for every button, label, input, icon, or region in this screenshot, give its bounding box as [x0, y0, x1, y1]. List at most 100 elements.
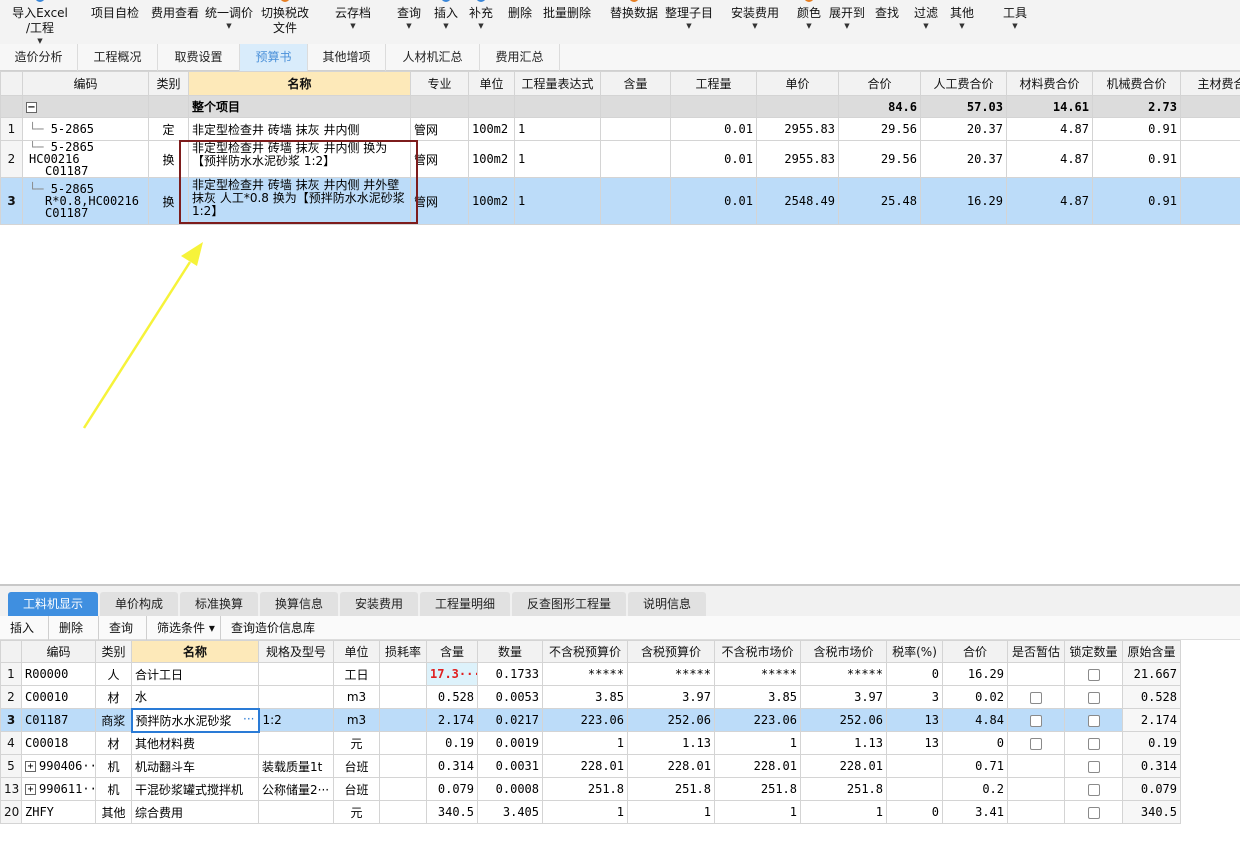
detail-tab-3[interactable]: 换算信息	[260, 592, 338, 616]
res-header-type[interactable]: 类别	[95, 640, 132, 663]
labor-cell[interactable]: 16.29	[920, 177, 1007, 225]
tab-0[interactable]: 造价分析	[0, 44, 78, 71]
qty-cell[interactable]: 0.0019	[477, 731, 543, 755]
lock-cell[interactable]	[1064, 731, 1123, 755]
toolbar-button-18[interactable]: 其他 ▼	[948, 0, 976, 44]
toolbar-button-2[interactable]: 费用查看	[148, 0, 202, 44]
unit-cell[interactable]: 元	[333, 800, 380, 824]
p3-cell[interactable]: 251.8	[714, 777, 801, 801]
dropdown-arrow-icon[interactable]: ▼	[466, 21, 496, 31]
qty-cell[interactable]: 0.0031	[477, 754, 543, 778]
detail-tab-0[interactable]: 工料机显示	[8, 592, 98, 616]
estimate-cell[interactable]	[1007, 708, 1065, 732]
total-cell[interactable]: 0	[942, 731, 1008, 755]
qty-cell[interactable]: 0.0217	[477, 708, 543, 732]
type-cell[interactable]: 其他	[95, 800, 132, 824]
expr-cell[interactable]: 1	[514, 140, 601, 178]
total-cell[interactable]: 4.84	[942, 708, 1008, 732]
dropdown-arrow-icon[interactable]: ▼	[912, 21, 940, 31]
header-material[interactable]: 材料费合价	[1006, 71, 1093, 96]
detail-tab-4[interactable]: 安装费用	[340, 592, 418, 616]
header-labor[interactable]: 人工费合价	[920, 71, 1007, 96]
loss-cell[interactable]	[379, 685, 427, 709]
dropdown-arrow-icon[interactable]: ▼	[948, 21, 976, 31]
code-cell[interactable]: └─ 5-2865 R*0.8,HC00216 C01187	[22, 177, 149, 225]
dropdown-arrow-icon[interactable]: ▼	[728, 21, 782, 31]
unit-cell[interactable]: 台班	[333, 754, 380, 778]
res-header-total[interactable]: 合价	[942, 640, 1008, 663]
tax-cell[interactable]: 3	[886, 685, 943, 709]
res-header-p1[interactable]: 不含税预算价	[542, 640, 628, 663]
loss-cell[interactable]	[379, 754, 427, 778]
p2-cell[interactable]: 3.97	[627, 685, 715, 709]
res-header-unit[interactable]: 单位	[333, 640, 380, 663]
detail-tab-1[interactable]: 单价构成	[100, 592, 178, 616]
unit-cell[interactable]: 100m2	[468, 140, 515, 178]
main-cell[interactable]	[1180, 177, 1240, 225]
price-cell[interactable]: 2548.49	[756, 177, 839, 225]
res-header-p3[interactable]: 不含税市场价	[714, 640, 801, 663]
resource-row[interactable]: 5+990406···机机动翻斗车装载质量1t台班0.3140.0031228.…	[0, 754, 1181, 778]
lock-cell[interactable]	[1064, 708, 1123, 732]
lock-cell[interactable]	[1064, 777, 1123, 801]
code-cell[interactable]: C01187	[21, 708, 96, 732]
loss-cell[interactable]	[379, 800, 427, 824]
lock-quantity-checkbox[interactable]	[1087, 737, 1100, 750]
type-cell[interactable]: 机	[95, 777, 132, 801]
res-header-lock[interactable]: 锁定数量	[1064, 640, 1123, 663]
detail-tool-4[interactable]: 查询造价信息库	[220, 616, 315, 640]
expand-icon[interactable]: +	[25, 761, 36, 772]
toolbar-button-12[interactable]: 整理子目 ▼	[662, 0, 716, 44]
dropdown-arrow-icon[interactable]: ▼	[1000, 21, 1030, 31]
expr-cell[interactable]: 1	[514, 177, 601, 225]
project-summary-row[interactable]: − 整个项目 84.6 57.03 14.61 2.73	[0, 95, 1240, 118]
tax-cell[interactable]: 0	[886, 800, 943, 824]
tax-cell[interactable]	[886, 754, 943, 778]
loss-cell[interactable]	[379, 708, 427, 732]
name-cell[interactable]: 机动翻斗车	[131, 754, 259, 778]
type-cell[interactable]: 换	[148, 177, 189, 225]
lock-quantity-checkbox[interactable]	[1087, 691, 1100, 704]
type-cell[interactable]: 定	[148, 117, 189, 141]
budget-row[interactable]: 2 └─ 5-2865 HC00216 C01187 换非定型检查井 砖墙 抹灰 井内…	[0, 140, 1240, 178]
p1-cell[interactable]: 1	[542, 731, 628, 755]
machine-cell[interactable]: 0.91	[1092, 117, 1181, 141]
resource-row[interactable]: 13+990611···机干混砂浆罐式搅拌机公称储量2···台班0.0790.0…	[0, 777, 1181, 801]
lock-quantity-checkbox[interactable]	[1087, 668, 1100, 681]
dropdown-arrow-icon[interactable]: ▼	[795, 21, 823, 31]
p2-cell[interactable]: 251.8	[627, 777, 715, 801]
content-cell[interactable]: 0.528	[426, 685, 478, 709]
res-header-content[interactable]: 含量	[426, 640, 478, 663]
tab-5[interactable]: 人材机汇总	[386, 44, 480, 71]
major-cell[interactable]: 管网	[410, 177, 469, 225]
name-cell[interactable]: 干混砂浆罐式搅拌机	[131, 777, 259, 801]
orig-content-cell[interactable]: 0.528	[1122, 685, 1181, 709]
tax-cell[interactable]: 0	[886, 662, 943, 686]
header-machine[interactable]: 机械费合价	[1092, 71, 1181, 96]
unit-cell[interactable]: 台班	[333, 777, 380, 801]
p1-cell[interactable]: 223.06	[542, 708, 628, 732]
lock-quantity-checkbox[interactable]	[1087, 783, 1100, 796]
unit-cell[interactable]: 100m2	[468, 117, 515, 141]
resource-row[interactable]: 3 C01187 商浆 预拌防水水泥砂浆 ··· 1:2 m3 2.174 0.0217 223.…	[0, 707, 1181, 733]
estimate-cell[interactable]	[1007, 754, 1065, 778]
content-cell[interactable]: 0.314	[426, 754, 478, 778]
major-cell[interactable]: 管网	[410, 117, 469, 141]
lock-quantity-checkbox[interactable]	[1087, 760, 1100, 773]
p3-cell[interactable]: 228.01	[714, 754, 801, 778]
p3-cell[interactable]: 1	[714, 800, 801, 824]
header-total[interactable]: 合价	[838, 71, 921, 96]
res-header-spec[interactable]: 规格及型号	[258, 640, 334, 663]
total-cell[interactable]: 3.41	[942, 800, 1008, 824]
tab-2[interactable]: 取费设置	[158, 44, 240, 71]
detail-tool-2[interactable]: 查询	[98, 616, 133, 640]
toolbar-button-1[interactable]: 项目自检	[88, 0, 142, 44]
tab-6[interactable]: 费用汇总	[480, 44, 560, 71]
p4-cell[interactable]: 1	[800, 800, 887, 824]
name-cell[interactable]: 综合费用	[131, 800, 259, 824]
spec-cell[interactable]	[258, 731, 334, 755]
lock-quantity-checkbox[interactable]	[1087, 806, 1100, 819]
detail-tool-1[interactable]: 删除	[48, 616, 83, 640]
dropdown-arrow-icon[interactable]: ▼	[827, 21, 867, 31]
header-code[interactable]: 编码	[22, 71, 149, 96]
